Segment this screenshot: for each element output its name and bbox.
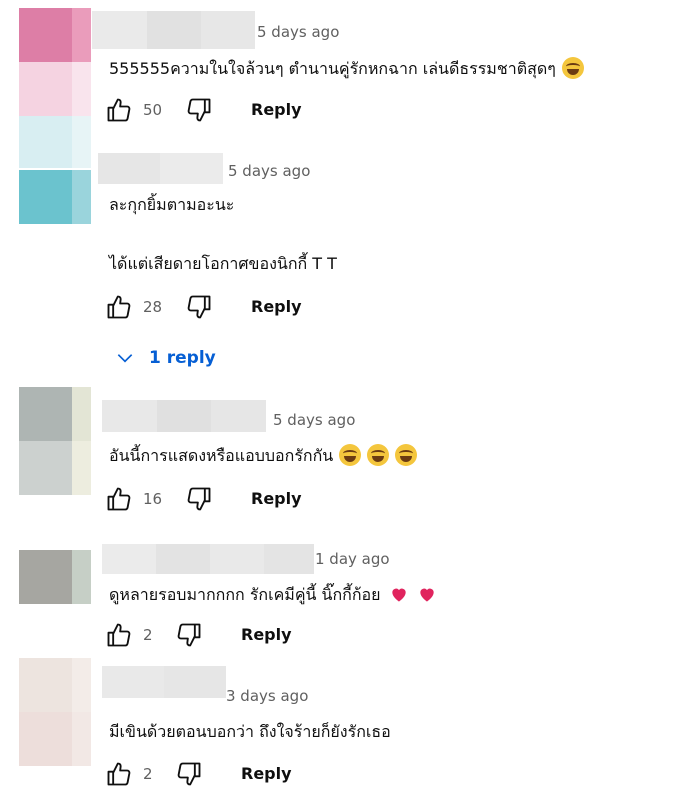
reply-button[interactable]: Reply	[241, 763, 292, 785]
comment-actions: 28 Reply	[105, 293, 325, 323]
laugh-emoji-icon	[561, 57, 584, 79]
comment-text-line: อันนี้การแสดงหรือแอบบอกรักกัน	[109, 446, 334, 465]
comment-actions: 2 Reply	[105, 760, 325, 790]
laugh-emoji-icon	[367, 444, 390, 466]
author-name[interactable]	[102, 544, 314, 574]
author-name[interactable]	[98, 153, 223, 184]
comment-item: 5 days ago ละกุกยิ้มตามอะนะ ได้แต่เสียดา…	[0, 140, 700, 380]
reply-button[interactable]: Reply	[251, 296, 302, 318]
like-count: 50	[143, 101, 163, 119]
thumbs-down-icon[interactable]	[175, 621, 203, 649]
reply-button[interactable]: Reply	[251, 488, 302, 510]
comment-text: 555555ความในใจล้วนๆ ตำนานคู่รักหกฉาก เล่…	[109, 57, 584, 81]
thumbs-down-icon[interactable]	[175, 760, 203, 788]
comment-text-line: 555555ความในใจล้วนๆ ตำนานคู่รักหกฉาก เล่…	[109, 59, 556, 78]
thumbs-up-icon[interactable]	[105, 96, 133, 124]
heart-emoji-icon	[417, 584, 437, 604]
thumbs-up-icon[interactable]	[105, 621, 133, 649]
comment-text: ละกุกยิ้มตามอะนะ	[109, 193, 234, 217]
comment-text-line: ละกุกยิ้มตามอะนะ	[109, 195, 235, 214]
comment-item: 1 day ago ดูหลายรอบมากกกก รักเคมีคู่นี้ …	[0, 540, 700, 655]
comment-item: 5 days ago 555555ความในใจล้วนๆ ตำนานคู่ร…	[0, 0, 700, 168]
comment-item: 3 days ago มีเขินด้วยตอนบอกว่า ถึงใจร้าย…	[0, 656, 700, 796]
thumbs-down-icon[interactable]	[185, 96, 213, 124]
comment-timestamp[interactable]: 5 days ago	[228, 161, 310, 181]
author-name[interactable]	[102, 666, 226, 698]
like-count: 16	[143, 490, 163, 508]
comment-actions: 50 Reply	[105, 96, 325, 126]
laugh-emoji-icon	[339, 444, 362, 466]
avatar[interactable]	[19, 170, 91, 224]
comment-actions: 2 Reply	[105, 621, 325, 651]
author-name[interactable]	[102, 400, 266, 432]
comment-text-line: ได้แต่เสียดายโอกาศของนิกกี้ T T	[109, 254, 337, 273]
like-count: 2	[143, 765, 153, 783]
comment-text-line: ดูหลายรอบมากกกก รักเคมีคู่นี้ นิ๊กกี้ก้อ…	[109, 585, 381, 604]
comment-text: ดูหลายรอบมากกกก รักเคมีคู่นี้ นิ๊กกี้ก้อ…	[109, 583, 437, 607]
avatar[interactable]	[19, 658, 91, 766]
thumbs-down-icon[interactable]	[185, 293, 213, 321]
replies-count-label: 1 reply	[149, 348, 216, 368]
avatar[interactable]	[19, 550, 91, 604]
comment-actions: 16 Reply	[105, 485, 325, 515]
comment-text: มีเขินด้วยตอนบอกว่า ถึงใจร้ายก็ยังรักเธอ	[109, 720, 391, 744]
thumbs-up-icon[interactable]	[105, 760, 133, 788]
like-count: 2	[143, 626, 153, 644]
comment-timestamp[interactable]: 3 days ago	[226, 686, 308, 706]
comment-text-line: มีเขินด้วยตอนบอกว่า ถึงใจร้ายก็ยังรักเธอ	[109, 722, 391, 741]
comment-timestamp[interactable]: 5 days ago	[273, 410, 355, 430]
laugh-emoji-icon	[395, 444, 418, 466]
like-count: 28	[143, 298, 163, 316]
comment-text: ได้แต่เสียดายโอกาศของนิกกี้ T T	[109, 252, 337, 276]
avatar[interactable]	[19, 387, 91, 495]
comment-timestamp[interactable]: 5 days ago	[257, 22, 339, 42]
comment-text: อันนี้การแสดงหรือแอบบอกรักกัน	[109, 444, 418, 468]
thumbs-up-icon[interactable]	[105, 485, 133, 513]
comment-timestamp[interactable]: 1 day ago	[315, 549, 390, 569]
view-replies-button[interactable]: 1 reply	[115, 346, 216, 370]
heart-emoji-icon	[389, 584, 409, 604]
author-name[interactable]	[92, 11, 255, 49]
thumbs-down-icon[interactable]	[185, 485, 213, 513]
reply-button[interactable]: Reply	[241, 624, 292, 646]
chevron-down-icon	[117, 354, 133, 363]
reply-button[interactable]: Reply	[251, 99, 302, 121]
thumbs-up-icon[interactable]	[105, 293, 133, 321]
comment-item: 5 days ago อันนี้การแสดงหรือแอบบอกรักกัน…	[0, 385, 700, 540]
